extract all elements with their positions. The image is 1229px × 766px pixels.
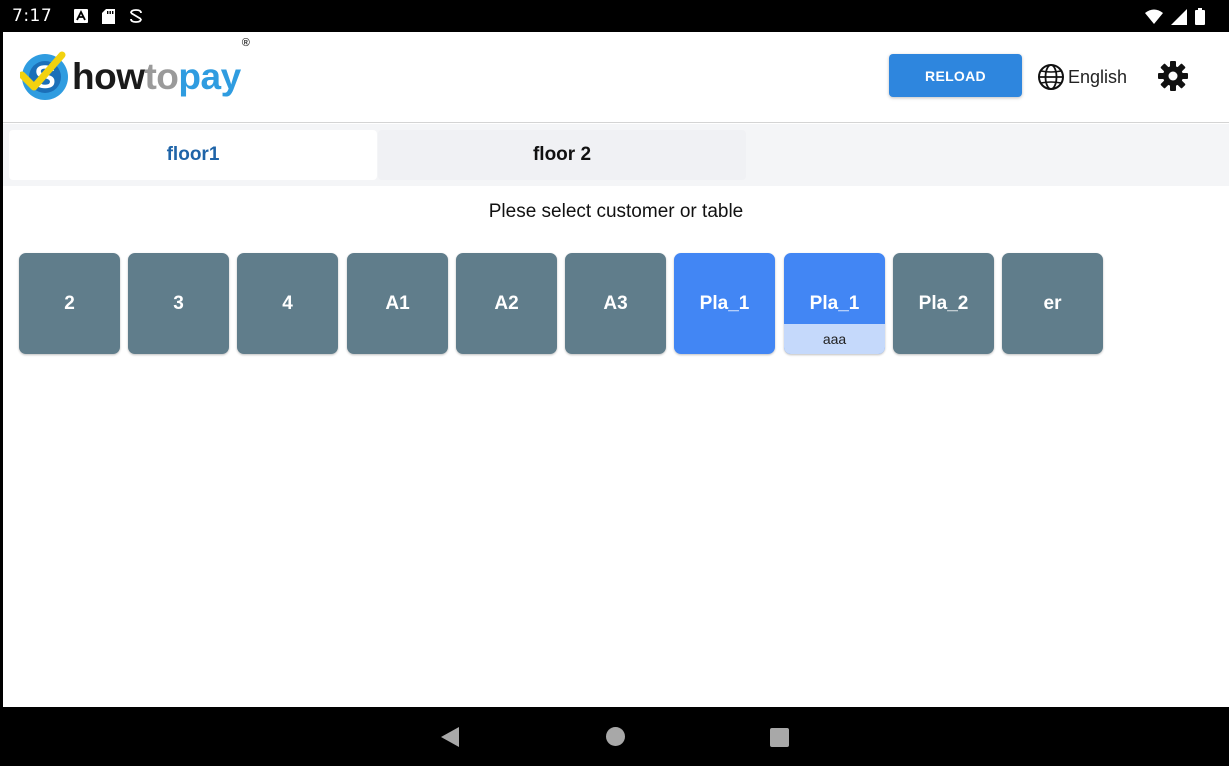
app-header: S howtopay® RELOAD English (3, 32, 1229, 123)
table-label: er (1043, 292, 1062, 314)
logo-registered-mark: ® (241, 36, 250, 49)
tab-floor1[interactable]: floor1 (9, 130, 377, 180)
table-tile-4[interactable]: 4 (237, 253, 338, 354)
table-label: Pla_2 (918, 292, 969, 314)
table-label: 3 (173, 292, 184, 314)
signal-icon (1171, 8, 1187, 30)
table-customer-label: aaa (784, 324, 885, 354)
sd-card-icon (102, 8, 116, 24)
tab-floor-2[interactable]: floor 2 (378, 130, 746, 180)
reload-button[interactable]: RELOAD (889, 54, 1022, 97)
status-time: 7:17 (12, 6, 53, 26)
table-tile-pla-2[interactable]: Pla_2 (893, 253, 994, 354)
app-surface: S howtopay® RELOAD English floor1 floor … (3, 32, 1229, 707)
gear-icon[interactable] (1157, 60, 1189, 97)
table-label: 2 (64, 292, 75, 314)
system-nav-bar (0, 707, 1229, 766)
select-prompt: Plese select customer or table (488, 201, 744, 222)
table-tile-er[interactable]: er (1002, 253, 1103, 354)
language-label: English (1068, 66, 1128, 87)
language-selector[interactable]: English (1037, 63, 1127, 91)
table-tile-a3[interactable]: A3 (565, 253, 666, 354)
home-icon[interactable] (606, 727, 625, 746)
table-tile-pla-1-selected[interactable]: Pla_1 (674, 253, 775, 354)
globe-icon (1038, 64, 1064, 90)
table-tile-a1[interactable]: A1 (347, 253, 448, 354)
table-label: A3 (603, 292, 628, 314)
table-tile-3[interactable]: 3 (128, 253, 229, 354)
back-icon[interactable] (440, 726, 460, 753)
table-tile-a2[interactable]: A2 (456, 253, 557, 354)
logo-how: how (72, 55, 145, 97)
table-label: Pla_1 (699, 292, 750, 314)
dollar-check-logo-icon: S (20, 51, 68, 100)
a-notification-icon (74, 9, 89, 23)
table-tile-pla-1-occupied[interactable]: Pla_1 aaa (784, 253, 885, 354)
logo-wordmark: howtopay® (72, 37, 250, 97)
logo-pay: pay (178, 55, 241, 97)
wifi-icon (1145, 9, 1163, 29)
table-label: A1 (385, 292, 410, 314)
table-tile-2[interactable]: 2 (19, 253, 120, 354)
floor-tabs: floor1 floor 2 (3, 124, 1229, 186)
recent-apps-icon[interactable] (770, 728, 789, 747)
table-label: 4 (282, 292, 293, 314)
battery-icon (1195, 8, 1205, 30)
howtopay-logo: S howtopay® (20, 37, 250, 101)
sync-icon (129, 8, 143, 24)
status-bar: 7:17 (0, 0, 1229, 32)
table-label: A2 (494, 292, 519, 314)
logo-to: to (144, 55, 179, 97)
status-right-icons (1145, 8, 1205, 30)
